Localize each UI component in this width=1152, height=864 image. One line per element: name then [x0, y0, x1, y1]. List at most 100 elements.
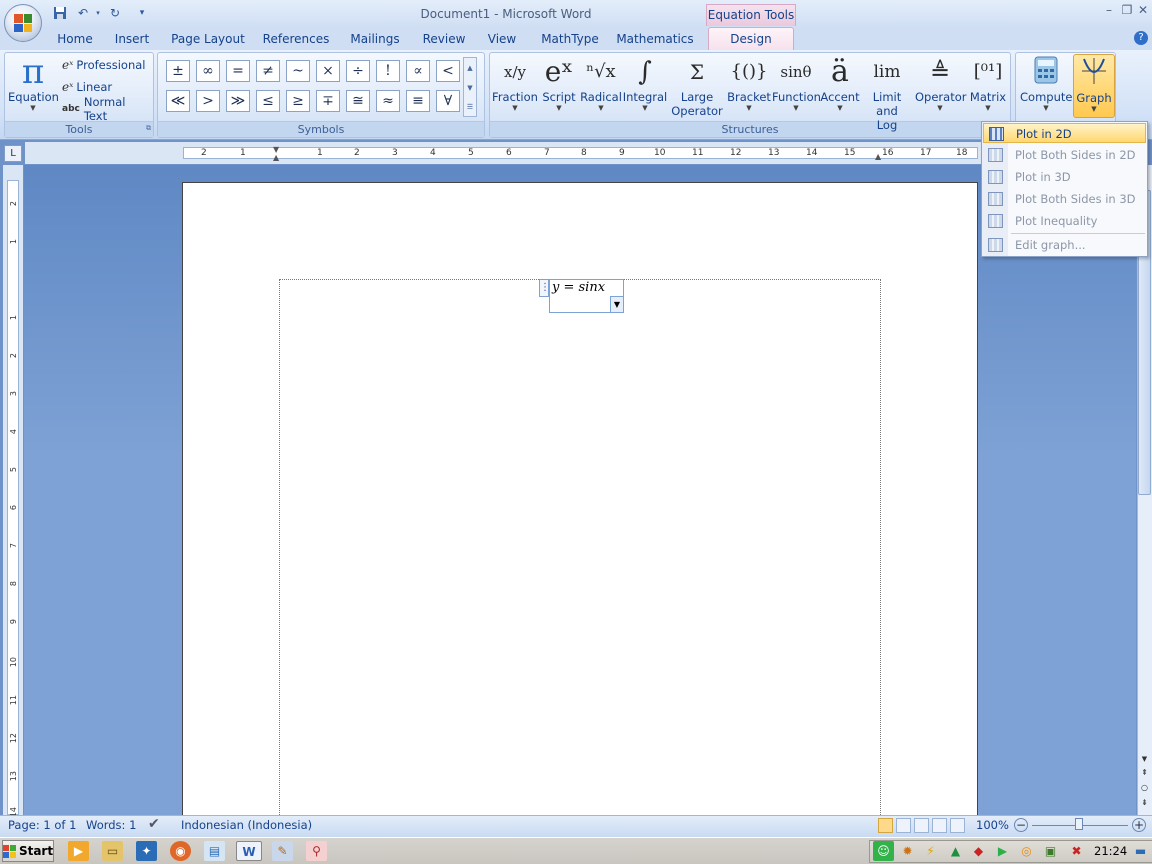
nvidia-tray-icon[interactable]: ▣ — [1040, 841, 1061, 861]
language-indicator[interactable]: Indonesian (Indonesia) — [181, 818, 312, 832]
menu-item-plot-2d[interactable]: Plot in 2D — [983, 123, 1146, 143]
print-layout-view-icon[interactable] — [878, 818, 893, 833]
minimize-icon[interactable]: – — [1100, 3, 1118, 19]
symbol-button[interactable]: ≤ — [256, 90, 280, 112]
equation-options-dropdown[interactable]: ▼ — [610, 296, 624, 313]
tab-review[interactable]: Review — [418, 31, 470, 49]
word-taskbar-icon[interactable]: W — [236, 841, 262, 861]
vertical-ruler-scale[interactable]: 2 1 1 2 3 4 5 6 7 8 9 10 11 12 13 14 — [7, 180, 19, 817]
integral-button[interactable]: ∫ Integral ▼ — [622, 54, 668, 112]
symbol-button[interactable]: < — [436, 60, 460, 82]
symbol-button[interactable]: × — [316, 60, 340, 82]
firefox-icon[interactable]: ◉ — [170, 841, 191, 861]
operator-button[interactable]: ≜ Operator ▼ — [915, 54, 966, 112]
equation-button[interactable]: π Equation ▼ — [8, 54, 59, 112]
linear-button[interactable]: eˣ Linear — [62, 78, 152, 96]
right-indent-marker[interactable]: ▲ — [875, 152, 885, 162]
select-browse-object-icon[interactable]: ○ — [1139, 783, 1150, 795]
tab-design[interactable]: Design — [708, 27, 794, 51]
radical-button[interactable]: ⁿ√x Radical ▼ — [580, 54, 622, 112]
zoom-slider-thumb[interactable] — [1075, 818, 1083, 830]
menu-item-plot-3d[interactable]: Plot in 3D — [983, 167, 1146, 187]
function-button[interactable]: sinθ Function ▼ — [772, 54, 821, 112]
tray-app-icon[interactable]: ✹ — [897, 841, 918, 861]
script-button[interactable]: eˣ Script ▼ — [539, 54, 579, 112]
symbol-button[interactable]: > — [196, 90, 220, 112]
fraction-button[interactable]: x/y Fraction ▼ — [492, 54, 538, 112]
menu-item-edit-graph[interactable]: Edit graph... — [983, 235, 1146, 255]
update-tray-icon[interactable]: ▲ — [945, 841, 966, 861]
previous-page-icon[interactable]: ⇞ — [1139, 768, 1150, 780]
first-line-indent-marker[interactable]: ▼ — [273, 145, 283, 154]
next-page-icon[interactable]: ⇟ — [1139, 798, 1150, 810]
normal-text-button[interactable]: abc Normal Text — [62, 95, 152, 123]
symbol-button[interactable]: ~ — [286, 60, 310, 82]
symbol-button[interactable]: ∝ — [406, 60, 430, 82]
menu-item-plot-inequality[interactable]: Plot Inequality — [983, 211, 1146, 231]
dialog-launcher-icon[interactable]: ⧉ — [146, 124, 154, 132]
horizontal-ruler-scale[interactable]: 2 1 1 2 3 4 5 6 7 8 9 10 11 12 13 14 15 16 17 18 — [183, 147, 978, 159]
large-operator-button[interactable]: Σ Large Operator — [668, 54, 726, 118]
office-button[interactable] — [4, 4, 42, 42]
show-desktop-icon[interactable]: ▬ — [1130, 841, 1151, 861]
zoom-out-icon[interactable]: − — [1014, 818, 1028, 832]
symbol-button[interactable]: ∓ — [316, 90, 340, 112]
symbol-button[interactable]: ÷ — [346, 60, 370, 82]
symbol-button[interactable]: = — [226, 60, 250, 82]
tab-selector-icon[interactable]: L — [4, 145, 22, 162]
zoom-level[interactable]: 100% — [976, 818, 1009, 832]
symbol-button[interactable]: ∀ — [436, 90, 460, 112]
network-tray-icon[interactable]: ▶ — [992, 841, 1013, 861]
tab-insert[interactable]: Insert — [110, 31, 154, 49]
symbol-button[interactable]: ≫ — [226, 90, 250, 112]
limit-log-button[interactable]: lim Limit and Log — [862, 54, 912, 132]
help-icon[interactable]: ? — [1134, 31, 1148, 45]
outline-view-icon[interactable] — [932, 818, 947, 833]
equation-text[interactable]: y = sinx — [552, 280, 605, 295]
symbol-button[interactable]: ≪ — [166, 90, 190, 112]
matrix-button[interactable]: [⁰¹] Matrix ▼ — [964, 54, 1012, 112]
downloader-tray-icon[interactable]: ◎ — [1016, 841, 1037, 861]
bracket-button[interactable]: {()} Bracket ▼ — [727, 54, 771, 112]
folder-icon[interactable]: ▭ — [102, 841, 123, 861]
tab-home[interactable]: Home — [52, 31, 98, 49]
tab-mathematics[interactable]: Mathematics — [614, 31, 696, 49]
close-icon[interactable]: ✕ — [1134, 3, 1152, 19]
symbol-button[interactable]: ! — [376, 60, 400, 82]
left-indent-marker[interactable]: ▲ — [273, 153, 283, 163]
compute-button[interactable]: Compute ▼ — [1020, 54, 1072, 112]
scroll-down-icon[interactable]: ▼ — [1139, 755, 1150, 765]
start-button[interactable]: Start — [2, 840, 54, 862]
menu-item-plot-both-sides-3d[interactable]: Plot Both Sides in 3D — [983, 189, 1146, 209]
graph-button[interactable]: Graph ▼ — [1073, 54, 1115, 118]
tab-mathtype[interactable]: MathType — [536, 31, 604, 49]
full-screen-reading-icon[interactable] — [896, 818, 911, 833]
chat-tray-icon[interactable]: ☺ — [873, 841, 894, 861]
paint-icon[interactable]: ✎ — [272, 841, 293, 861]
page-count[interactable]: Page: 1 of 1 — [8, 818, 76, 832]
symbol-button[interactable]: ≅ — [346, 90, 370, 112]
antivirus-tray-icon[interactable]: ◆ — [968, 841, 989, 861]
tab-references[interactable]: References — [260, 31, 332, 49]
text-box[interactable] — [279, 279, 881, 819]
menu-item-plot-both-sides-2d[interactable]: Plot Both Sides in 2D — [983, 145, 1146, 165]
media-player-icon[interactable]: ▶ — [68, 841, 89, 861]
tab-page-layout[interactable]: Page Layout — [168, 31, 248, 49]
accent-button[interactable]: ä Accent ▼ — [819, 54, 861, 112]
word-count[interactable]: Words: 1 — [86, 818, 136, 832]
zoom-in-icon[interactable]: + — [1132, 818, 1146, 832]
equation-move-handle[interactable]: ⋮ — [539, 279, 550, 297]
symbol-button[interactable]: ≈ — [376, 90, 400, 112]
symbol-button[interactable]: ≡ — [406, 90, 430, 112]
notepad-icon[interactable]: ▤ — [204, 841, 225, 861]
tab-mailings[interactable]: Mailings — [344, 31, 406, 49]
tab-view[interactable]: View — [482, 31, 522, 49]
professional-button[interactable]: eˣ Professional — [62, 56, 152, 74]
symbol-button[interactable]: ∞ — [196, 60, 220, 82]
messenger-icon[interactable]: ✦ — [136, 841, 157, 861]
draft-view-icon[interactable] — [950, 818, 965, 833]
symbols-gallery-scroll[interactable]: ▲ ▼ ☰ — [463, 57, 477, 117]
symbol-button[interactable]: ± — [166, 60, 190, 82]
search-app-icon[interactable]: ⚲ — [306, 841, 327, 861]
web-layout-icon[interactable] — [914, 818, 929, 833]
